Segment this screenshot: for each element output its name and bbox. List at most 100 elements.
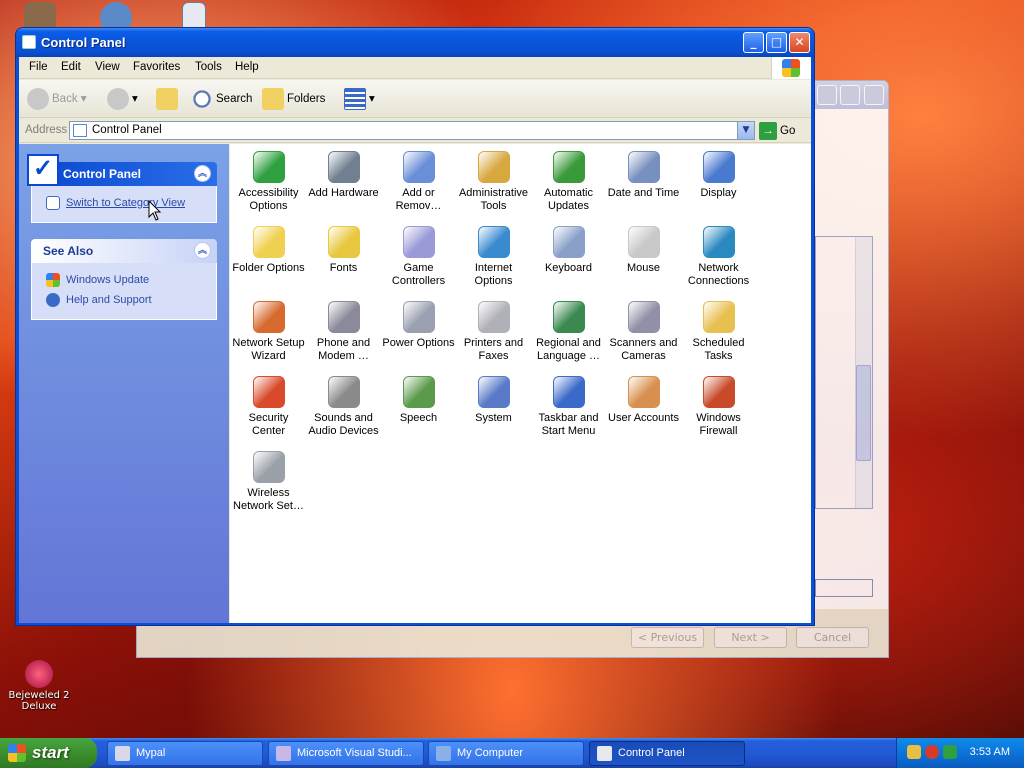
tray-icon-1[interactable] xyxy=(907,745,921,759)
task-mypal[interactable]: Mypal xyxy=(107,741,263,766)
windows-update-label: Windows Update xyxy=(66,274,150,286)
item-label-line2: Faxes xyxy=(478,350,509,362)
item-label-line2: Options xyxy=(249,200,288,212)
tray-icon-3[interactable] xyxy=(943,745,957,759)
item-fonts[interactable]: Fonts xyxy=(306,226,381,275)
item-label-line2: Firewall xyxy=(699,425,738,437)
control-panel-window[interactable]: Control Panel _ □ ✕ File Edit View Favor… xyxy=(15,27,815,626)
collapse-chevron-icon[interactable]: ︽ xyxy=(194,165,211,182)
scheduled-tasks-icon xyxy=(702,301,735,333)
wizard-listbox[interactable] xyxy=(815,236,873,509)
menu-favorites[interactable]: Favorites xyxy=(133,61,180,73)
maximize-button[interactable]: □ xyxy=(766,32,787,53)
wizard-maximize-button[interactable] xyxy=(840,85,860,105)
item-printers-faxes[interactable]: Printers and Faxes xyxy=(456,301,531,363)
accessibility-icon xyxy=(252,151,285,183)
item-network-connections[interactable]: Network Connections xyxy=(681,226,756,288)
collapse-chevron-icon-2[interactable]: ︽ xyxy=(194,242,211,259)
item-regional-language[interactable]: Regional and Language … xyxy=(531,301,606,363)
item-accessibility[interactable]: Accessibility Options xyxy=(231,151,306,213)
views-button[interactable]: ▾ xyxy=(344,87,375,111)
system-tray: 3:53 AM xyxy=(896,738,1024,768)
menu-view[interactable]: View xyxy=(95,61,120,73)
go-button[interactable]: → Go xyxy=(759,121,795,141)
window-titlebar[interactable]: Control Panel _ □ ✕ xyxy=(16,28,814,57)
speech-icon xyxy=(402,376,435,408)
item-sounds-audio[interactable]: Sounds and Audio Devices xyxy=(306,376,381,438)
item-administrative-tools[interactable]: Administrative Tools xyxy=(456,151,531,213)
previous-button[interactable]: < Previous xyxy=(631,627,704,648)
search-button[interactable]: Search xyxy=(191,87,252,111)
wizard-minimize-button[interactable] xyxy=(817,85,837,105)
item-user-accounts[interactable]: User Accounts xyxy=(606,376,681,425)
item-scheduled-tasks[interactable]: Scheduled Tasks xyxy=(681,301,756,363)
up-folder-icon xyxy=(156,87,178,110)
panel-control-panel-title: Control Panel xyxy=(63,167,142,181)
item-date-time[interactable]: Date and Time xyxy=(606,151,681,200)
item-speech[interactable]: Speech xyxy=(381,376,456,425)
control-panel-items: Accessibility Options Add Hardware Add or Re… xyxy=(230,144,811,623)
close-button[interactable]: ✕ xyxy=(789,32,810,53)
panel-see-also-header[interactable]: See Also ︽ xyxy=(31,239,217,263)
next-button[interactable]: Next > xyxy=(714,627,787,648)
item-network-setup-wizard[interactable]: Network Setup Wizard xyxy=(231,301,306,363)
menu-file[interactable]: File xyxy=(29,61,48,73)
desktop-icon-bejeweled[interactable]: Bejeweled 2 Deluxe xyxy=(8,660,70,712)
menu-bar: File Edit View Favorites Tools Help xyxy=(19,57,811,79)
item-automatic-updates[interactable]: Automatic Updates xyxy=(531,151,606,213)
item-scanners-cameras[interactable]: Scanners and Cameras xyxy=(606,301,681,363)
item-game-controllers[interactable]: Game Controllers xyxy=(381,226,456,288)
wizard-text-field[interactable] xyxy=(815,579,873,597)
folders-button[interactable]: Folders xyxy=(262,87,325,111)
address-field[interactable]: Control Panel ▼ xyxy=(69,121,755,140)
start-button[interactable]: start xyxy=(0,738,97,768)
my-computer-icon xyxy=(436,746,451,761)
item-label-line2: Language … xyxy=(537,350,600,362)
item-add-hardware[interactable]: Add Hardware xyxy=(306,151,381,200)
wizard-close-button[interactable] xyxy=(864,85,884,105)
item-folder-options[interactable]: Folder Options xyxy=(231,226,306,275)
windows-logo-icon xyxy=(771,57,811,79)
cancel-button[interactable]: Cancel xyxy=(796,627,869,648)
item-mouse[interactable]: Mouse xyxy=(606,226,681,275)
forward-button[interactable]: ▾ xyxy=(107,87,138,111)
menu-edit[interactable]: Edit xyxy=(61,61,81,73)
forward-arrow-icon xyxy=(107,87,129,110)
address-label: Address xyxy=(25,124,68,136)
back-button[interactable]: Back ▾ xyxy=(27,87,87,111)
task-my-computer[interactable]: My Computer xyxy=(428,741,584,766)
item-label-line1: Folder Options xyxy=(232,262,305,274)
keyboard-icon xyxy=(552,226,585,258)
go-arrow-icon: → xyxy=(759,121,777,140)
item-display[interactable]: Display xyxy=(681,151,756,200)
visual-studio-icon xyxy=(276,746,291,761)
switch-to-category-view-link[interactable]: Switch to Category View xyxy=(46,194,208,214)
help-and-support-link[interactable]: Help and Support xyxy=(46,291,208,311)
item-security-center[interactable]: Security Center xyxy=(231,376,306,438)
item-keyboard[interactable]: Keyboard xyxy=(531,226,606,275)
phone-modem-icon xyxy=(327,301,360,333)
folders-label: Folders xyxy=(287,93,326,105)
item-wireless-network[interactable]: Wireless Network Set… xyxy=(231,451,306,513)
task-visual-studio[interactable]: Microsoft Visual Studi... xyxy=(268,741,424,766)
minimize-button[interactable]: _ xyxy=(743,32,764,53)
windows-update-link[interactable]: Windows Update xyxy=(46,271,208,291)
chevron-down-icon[interactable]: ▼ xyxy=(737,122,754,139)
item-system[interactable]: System xyxy=(456,376,531,425)
views-icon xyxy=(344,87,366,110)
item-power-options[interactable]: Power Options xyxy=(381,301,456,350)
task-control-panel[interactable]: Control Panel xyxy=(589,741,745,766)
item-phone-modem[interactable]: Phone and Modem … xyxy=(306,301,381,363)
item-windows-firewall[interactable]: Windows Firewall xyxy=(681,376,756,438)
menu-tools[interactable]: Tools xyxy=(195,61,222,73)
wizard-scrollbar[interactable] xyxy=(855,237,872,508)
security-shield-icon[interactable] xyxy=(925,745,939,759)
item-add-remove-programs[interactable]: Add or Remov… xyxy=(381,151,456,213)
item-taskbar-start-menu[interactable]: Taskbar and Start Menu xyxy=(531,376,606,438)
wizard-scroll-thumb[interactable] xyxy=(856,365,871,461)
up-folder-button[interactable] xyxy=(156,87,181,111)
menu-help[interactable]: Help xyxy=(235,61,259,73)
panel-control-panel-header[interactable]: ✓ Control Panel ︽ xyxy=(27,154,217,186)
item-internet-options[interactable]: Internet Options xyxy=(456,226,531,288)
back-arrow-icon xyxy=(27,87,49,110)
